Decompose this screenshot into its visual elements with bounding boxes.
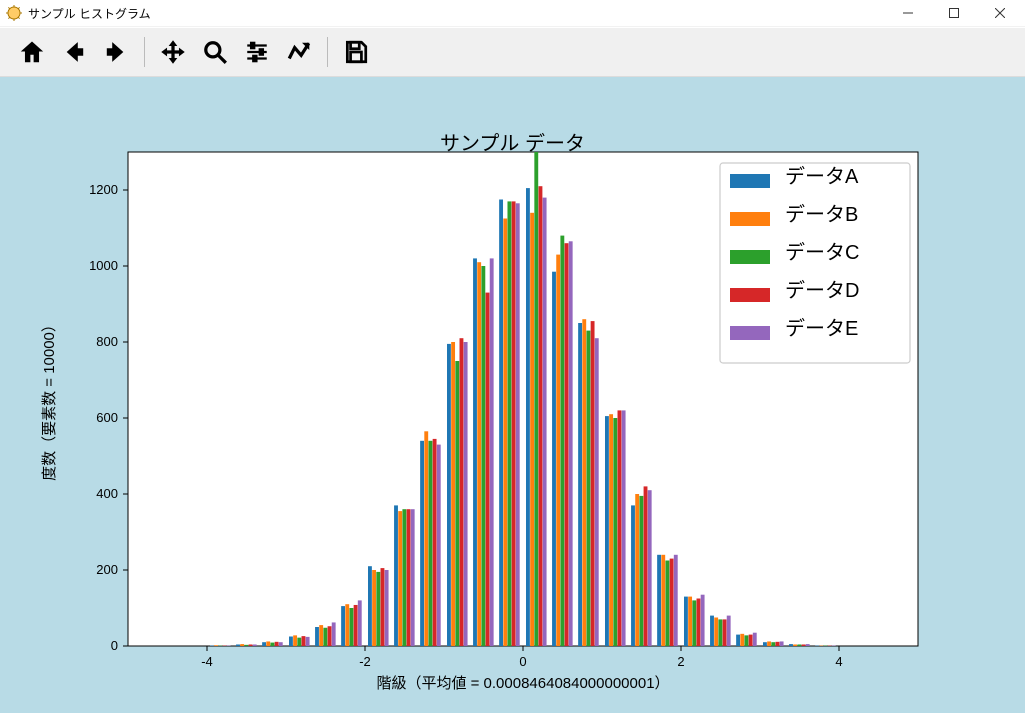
svg-text:600: 600 [96, 410, 118, 425]
svg-text:4: 4 [835, 654, 842, 669]
close-button[interactable] [977, 0, 1023, 26]
toolbar-separator [144, 37, 145, 67]
plot-figure: サンプル データ -4-2024 020040060080010001200 階… [0, 77, 1025, 713]
svg-text:-2: -2 [359, 654, 371, 669]
maximize-button[interactable] [931, 0, 977, 26]
title-bar: サンプル ヒストグラム [0, 0, 1025, 27]
y-axis-ticks: 0 200 400 600 800 1000 1200 [89, 182, 128, 653]
save-button[interactable] [340, 36, 372, 68]
toolbar-separator [327, 37, 328, 67]
minimize-button[interactable] [885, 0, 931, 26]
svg-text:データC: データC [785, 241, 859, 264]
svg-text:1000: 1000 [89, 258, 118, 273]
svg-text:1200: 1200 [89, 182, 118, 197]
x-axis-label: 階級（平均値 = 0.0008464084000000001） [376, 675, 669, 692]
chart-legend: データA データB データC データD データE [720, 163, 910, 363]
pan-button[interactable] [157, 36, 189, 68]
edit-axis-button[interactable] [283, 36, 315, 68]
toolbar [0, 27, 1025, 77]
chart-axes: -4 -2 0 2 4 0 200 400 600 800 1000 1200 階級（平均値 = 0… [0, 77, 1025, 713]
home-button[interactable] [16, 36, 48, 68]
svg-text:0: 0 [111, 638, 118, 653]
svg-text:データE: データE [785, 317, 858, 340]
svg-text:0: 0 [519, 654, 526, 669]
x-axis-ticks: -4 -2 0 2 4 [201, 646, 842, 669]
window-title: サンプル ヒストグラム [28, 5, 151, 22]
svg-text:-4: -4 [201, 654, 213, 669]
svg-text:800: 800 [96, 334, 118, 349]
forward-button[interactable] [100, 36, 132, 68]
svg-text:データA: データA [785, 165, 859, 188]
zoom-button[interactable] [199, 36, 231, 68]
svg-text:データB: データB [785, 203, 858, 226]
svg-text:400: 400 [96, 486, 118, 501]
svg-text:2: 2 [677, 654, 684, 669]
svg-text:200: 200 [96, 562, 118, 577]
svg-text:データD: データD [785, 279, 859, 302]
back-button[interactable] [58, 36, 90, 68]
app-icon [6, 5, 22, 21]
configure-subplots-button[interactable] [241, 36, 273, 68]
y-axis-label: 度数（要素数 = 10000） [41, 317, 58, 481]
